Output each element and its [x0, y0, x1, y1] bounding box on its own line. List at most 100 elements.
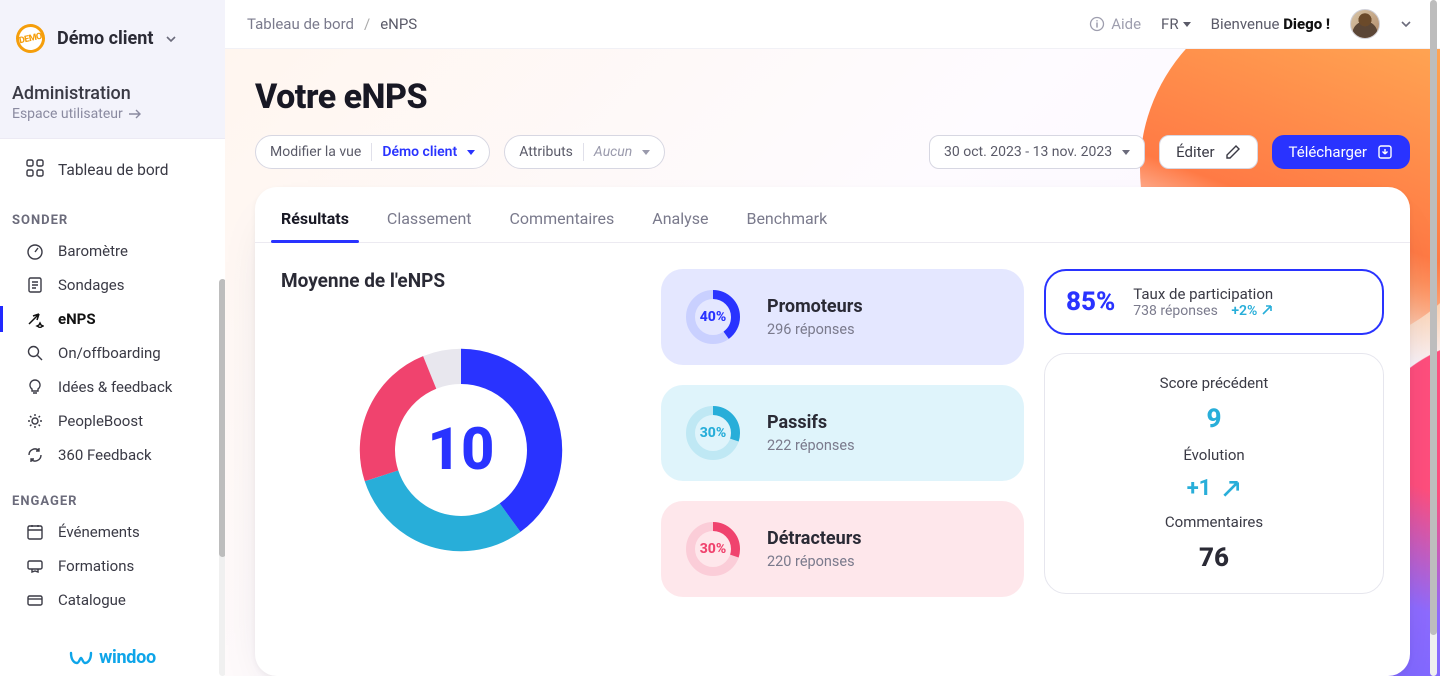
sidebar-item-onoffboarding[interactable]: On/offboarding — [0, 336, 225, 370]
participation-sub: 738 réponses +2% — [1133, 303, 1273, 319]
prev-score-label: Score précédent — [1065, 374, 1363, 392]
trend-up-icon — [1261, 304, 1273, 316]
brand-name: windoo — [99, 647, 156, 668]
main: Tableau de bord / eNPS Aide FR Bienvenue… — [225, 0, 1440, 676]
catalog-icon — [26, 591, 44, 609]
stats-card: Score précédent 9 Évolution +1 Commentai… — [1044, 353, 1384, 594]
attribute-selector-value: Aucun — [594, 144, 632, 160]
enps-average-title: Moyenne de l'eNPS — [281, 269, 641, 292]
gauge-icon — [26, 242, 44, 260]
evolution-value: +1 — [1065, 476, 1363, 501]
comments-label: Commentaires — [1065, 513, 1363, 531]
dashboard-icon — [26, 159, 44, 181]
sidebar-item-enps[interactable]: eNPS — [0, 302, 225, 336]
detracteurs-responses: 220 réponses — [767, 553, 862, 570]
edit-button[interactable]: Éditer — [1159, 135, 1257, 169]
separator — [583, 143, 584, 161]
participation-delta-value: +2% — [1231, 303, 1257, 319]
user-space-link[interactable]: Espace utilisateur — [12, 106, 213, 122]
attribute-selector-label: Attributs — [519, 144, 573, 160]
lang-label: FR — [1161, 15, 1179, 33]
date-range-value: 30 oct. 2023 - 13 nov. 2023 — [944, 144, 1112, 160]
main-scrollbar[interactable] — [1430, 0, 1437, 676]
controls-row: Modifier la vue Démo client Attributs Au… — [255, 135, 1410, 169]
detracteurs-pct: 30% — [683, 519, 743, 579]
date-range-picker[interactable]: 30 oct. 2023 - 13 nov. 2023 — [929, 135, 1145, 169]
sidebar-item-label: On/offboarding — [58, 344, 161, 362]
caret-down-icon — [1183, 22, 1191, 27]
breadcrumb-root[interactable]: Tableau de bord — [247, 15, 354, 33]
tab-classement[interactable]: Classement — [387, 199, 472, 242]
tabs: Résultats Classement Commentaires Analys… — [255, 187, 1410, 243]
arrow-right-icon — [127, 106, 143, 122]
sidebar-item-label: Catalogue — [58, 591, 126, 609]
avatar[interactable] — [1350, 9, 1380, 39]
passifs-mini-donut: 30% — [683, 403, 743, 463]
evolution-label: Évolution — [1065, 446, 1363, 464]
sidebar-item-label: Tableau de bord — [58, 161, 169, 179]
org-switcher[interactable]: DEMO Démo client — [0, 0, 225, 73]
enps-breakdown: 40% Promoteurs 296 réponses 3 — [661, 269, 1024, 597]
sparkle-icon — [26, 310, 44, 328]
org-name: Démo client — [57, 28, 153, 49]
sidebar-item-label: Idées & feedback — [58, 378, 172, 396]
trend-up-icon — [1221, 479, 1241, 499]
language-switcher[interactable]: FR — [1161, 15, 1191, 33]
participation-label: Taux de participation — [1133, 285, 1273, 303]
enps-score: 10 — [351, 340, 571, 560]
caret-down-icon — [642, 150, 650, 155]
user-space-label: Espace utilisateur — [12, 106, 123, 122]
enps-average-block: Moyenne de l'eNPS — [281, 269, 641, 597]
windoo-mark-icon — [69, 649, 93, 667]
survey-icon — [26, 276, 44, 294]
sidebar-item-catalogue[interactable]: Catalogue — [0, 583, 225, 617]
sidebar-item-formations[interactable]: Formations — [0, 549, 225, 583]
diploma-icon — [26, 557, 44, 575]
sidebar-item-evenements[interactable]: Événements — [0, 515, 225, 549]
tab-commentaires[interactable]: Commentaires — [510, 199, 615, 242]
welcome-prefix: Bienvenue — [1211, 15, 1284, 33]
calendar-icon — [26, 523, 44, 541]
passifs-responses: 222 réponses — [767, 437, 855, 454]
summary-column: 85% Taux de participation 738 réponses +… — [1044, 269, 1384, 597]
sidebar-item-peopleboost[interactable]: PeopleBoost — [0, 404, 225, 438]
detracteurs-mini-donut: 30% — [683, 519, 743, 579]
chevron-down-icon[interactable] — [1400, 18, 1412, 30]
view-selector[interactable]: Modifier la vue Démo client — [255, 135, 490, 169]
admin-title: Administration — [12, 83, 213, 104]
magnify-icon — [26, 344, 44, 362]
sidebar-item-barometre[interactable]: Baromètre — [0, 234, 225, 268]
promoteurs-pct: 40% — [683, 287, 743, 347]
download-button[interactable]: Télécharger — [1272, 135, 1410, 169]
sidebar-item-label: eNPS — [58, 310, 96, 328]
caret-down-icon — [1122, 150, 1130, 155]
comments-value: 76 — [1065, 543, 1363, 573]
info-icon — [1089, 16, 1105, 32]
promoteurs-mini-donut: 40% — [683, 287, 743, 347]
brand-logo: windoo — [0, 647, 225, 668]
participation-delta: +2% — [1231, 303, 1273, 319]
sidebar-item-label: Baromètre — [58, 242, 128, 260]
sidebar-item-sondages[interactable]: Sondages — [0, 268, 225, 302]
tab-benchmark[interactable]: Benchmark — [746, 199, 827, 242]
detracteurs-label: Détracteurs — [767, 528, 862, 549]
sidebar-item-dashboard[interactable]: Tableau de bord — [0, 139, 225, 191]
attribute-selector[interactable]: Attributs Aucun — [504, 135, 665, 169]
sidebar-item-label: Sondages — [58, 276, 124, 294]
metric-promoteurs: 40% Promoteurs 296 réponses — [661, 269, 1024, 365]
sidebar-item-ideas[interactable]: Idées & feedback — [0, 370, 225, 404]
lightbulb-icon — [26, 378, 44, 396]
boost-icon — [26, 412, 44, 430]
sidebar: DEMO Démo client Administration Espace u… — [0, 0, 225, 676]
nav-heading-engager: ENGAGER — [0, 472, 225, 515]
results-panel: Moyenne de l'eNPS — [255, 243, 1410, 623]
tab-resultats[interactable]: Résultats — [281, 199, 349, 242]
tab-analyse[interactable]: Analyse — [652, 199, 708, 242]
participation-card: 85% Taux de participation 738 réponses +… — [1044, 269, 1384, 335]
passifs-label: Passifs — [767, 412, 855, 433]
sidebar-item-360feedback[interactable]: 360 Feedback — [0, 438, 225, 472]
breadcrumb-current: eNPS — [380, 15, 417, 33]
help-link[interactable]: Aide — [1089, 15, 1141, 33]
results-card: Résultats Classement Commentaires Analys… — [255, 187, 1410, 676]
sidebar-item-label: 360 Feedback — [58, 446, 152, 464]
